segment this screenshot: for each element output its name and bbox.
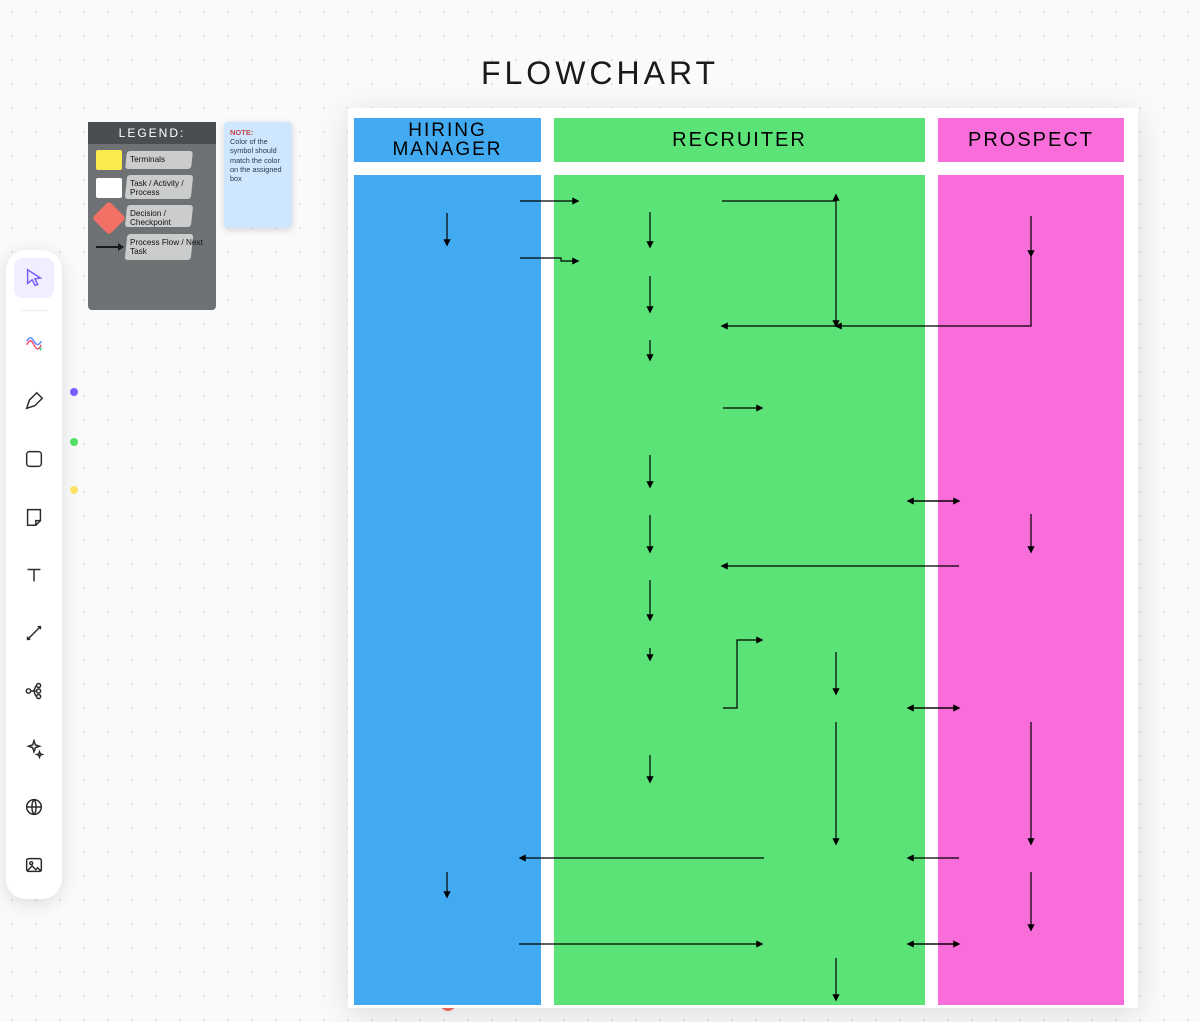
canvas[interactable]: + LEGEND:	[0, 0, 1200, 1022]
legend-label-flow: Process Flow / Next Task	[130, 238, 208, 257]
lane-body-hiring-manager[interactable]	[354, 175, 541, 1005]
legend-label-task: Task / Activity / Process	[130, 179, 208, 198]
connector-tool[interactable]	[14, 613, 54, 653]
svg-text:+: +	[38, 344, 43, 354]
legend-label-decision: Decision / Checkpoint	[130, 209, 208, 228]
text-tool[interactable]	[14, 555, 54, 595]
legend-swatch-decision	[92, 201, 126, 235]
lane-header-prospect[interactable]: PROSPECT	[938, 118, 1124, 162]
shape-tool[interactable]	[14, 439, 54, 479]
pen-tool[interactable]	[14, 381, 54, 421]
legend-swatch-flow	[96, 246, 122, 248]
color-dot-yellow[interactable]	[70, 486, 78, 494]
note-body: Color of the symbol should match the col…	[230, 137, 282, 182]
mindmap-tool[interactable]	[14, 671, 54, 711]
legend-swatch-terminal	[96, 150, 122, 170]
legend-title: LEGEND:	[88, 122, 216, 144]
sticky-note-tool[interactable]	[14, 497, 54, 537]
lane-body-recruiter[interactable]	[554, 175, 925, 1005]
lane-header-hiring-manager[interactable]: HIRING MANAGER	[354, 118, 541, 162]
globe-tool[interactable]	[14, 787, 54, 827]
sparkle-tool[interactable]	[14, 729, 54, 769]
legend-panel[interactable]: LEGEND: Terminals Task / Activity / Proc…	[88, 122, 216, 310]
left-toolbar: +	[6, 250, 62, 899]
select-tool[interactable]	[14, 258, 54, 298]
color-dot-purple[interactable]	[70, 388, 78, 396]
legend-label-terminal: Terminals	[130, 155, 208, 164]
ai-tool[interactable]: +	[14, 323, 54, 363]
legend-swatch-task	[96, 178, 122, 198]
color-dot-green[interactable]	[70, 438, 78, 446]
diagram-title: FLOWCHART	[0, 55, 1200, 92]
note-title: NOTE:	[230, 128, 253, 137]
image-tool[interactable]	[14, 845, 54, 885]
lane-header-recruiter[interactable]: RECRUITER	[554, 118, 925, 162]
note-sticky[interactable]: NOTE: Color of the symbol should match t…	[224, 122, 292, 228]
lane-body-prospect[interactable]	[938, 175, 1124, 1005]
